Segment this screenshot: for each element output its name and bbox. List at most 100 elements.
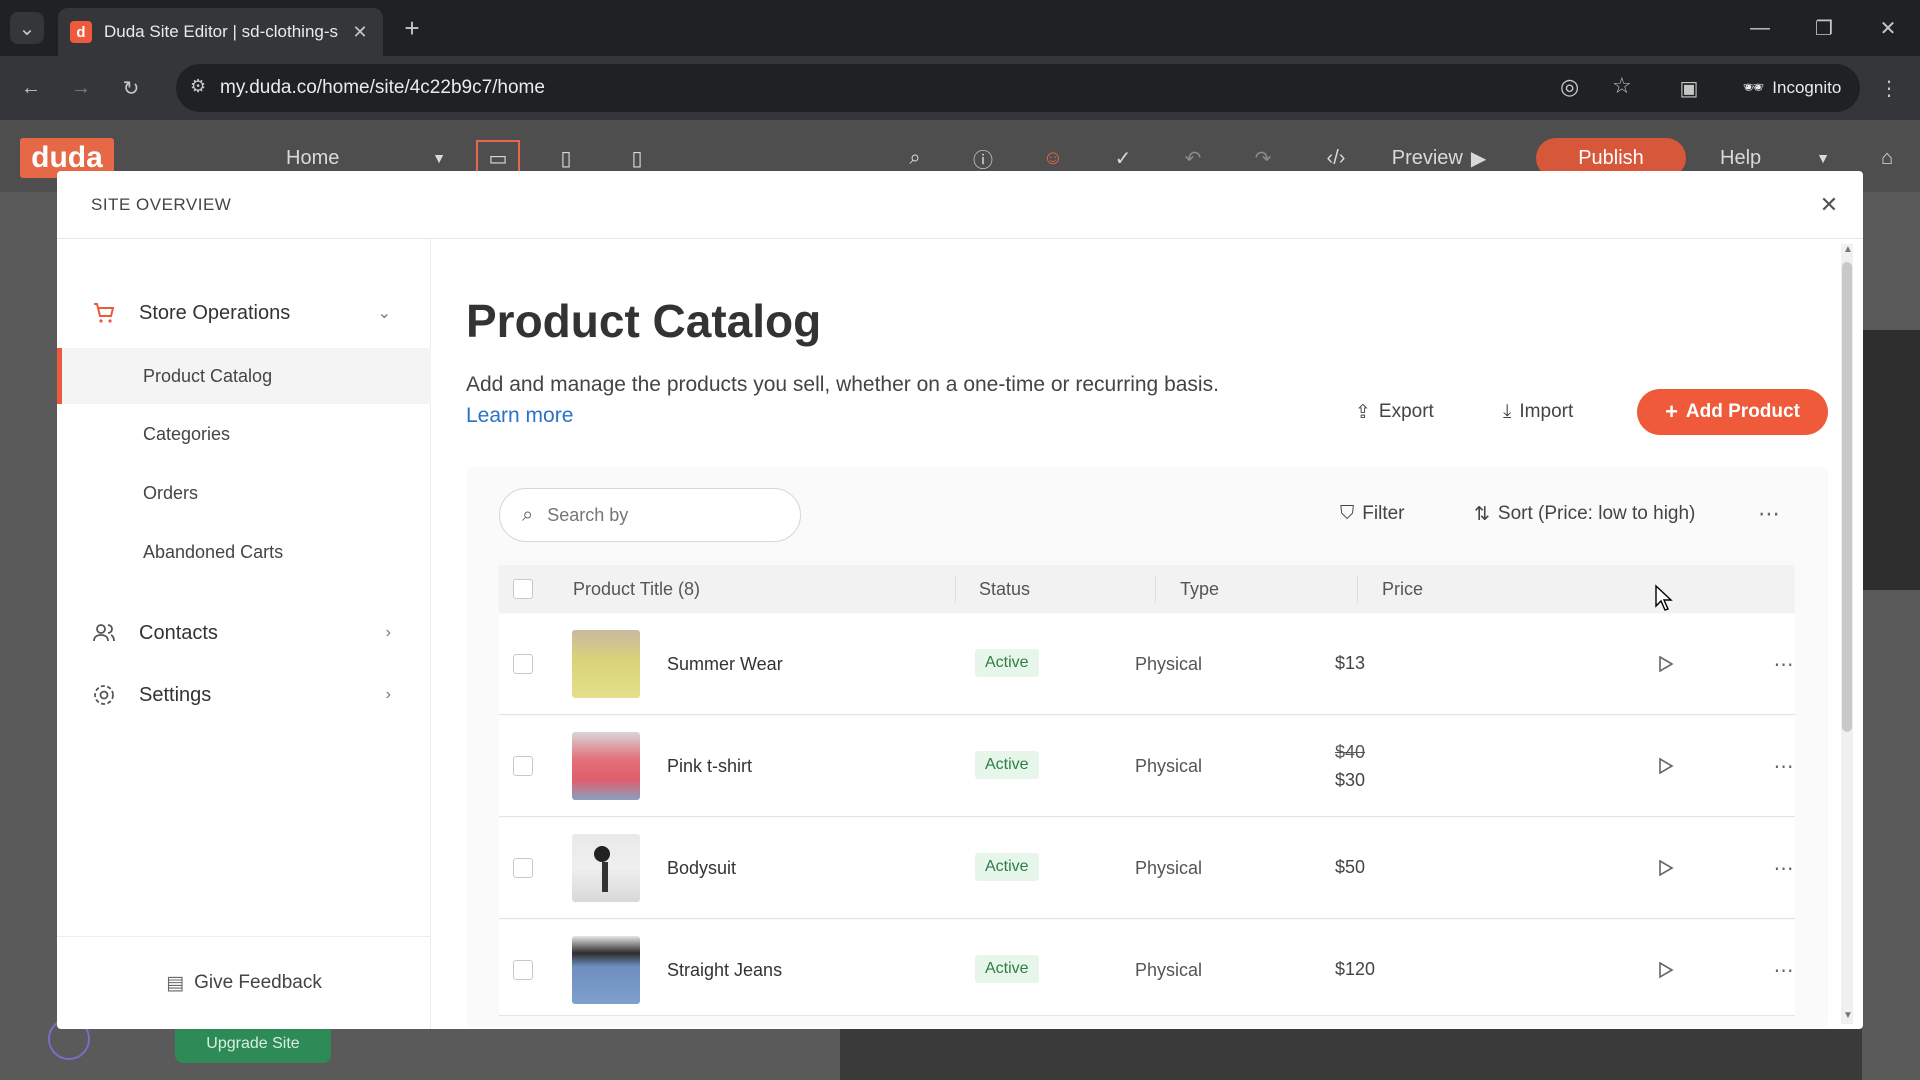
incognito-indicator[interactable]: 🕶 Incognito xyxy=(1724,64,1860,112)
give-feedback-button[interactable]: ▤ Give Feedback xyxy=(57,936,431,1029)
eye-off-icon[interactable]: ◎ xyxy=(1560,74,1579,100)
upload-icon: ⇪ xyxy=(1355,401,1371,423)
row-more-icon[interactable]: ⋯ xyxy=(1767,955,1801,985)
row-checkbox[interactable] xyxy=(513,858,533,878)
row-more-icon[interactable]: ⋯ xyxy=(1767,751,1801,781)
product-type: Physical xyxy=(1135,960,1203,980)
close-window-button[interactable]: ✕ xyxy=(1868,12,1908,44)
bookmark-star-icon[interactable]: ☆ xyxy=(1612,73,1632,99)
play-icon[interactable] xyxy=(1651,853,1681,883)
nav-item-abandoned-carts[interactable]: Abandoned Carts xyxy=(57,524,431,580)
scroll-down-icon[interactable]: ▼ xyxy=(1843,1010,1853,1021)
page-select-label: Home xyxy=(286,146,340,169)
product-price: $120 xyxy=(1335,955,1375,983)
side-panel-icon[interactable]: ▣ xyxy=(1672,72,1706,104)
product-type: Physical xyxy=(1135,756,1203,776)
preview-label: Preview xyxy=(1391,146,1463,169)
play-icon[interactable] xyxy=(1651,751,1681,781)
export-button[interactable]: ⇪ Export xyxy=(1355,397,1434,427)
chevron-down-icon: ▼ xyxy=(1816,150,1830,166)
minimize-button[interactable]: — xyxy=(1740,12,1780,44)
sort-button[interactable]: ⇅ Sort (Price: low to high) xyxy=(1474,499,1695,529)
table-row[interactable]: Summer Wear Active Physical $13 ⋯ xyxy=(499,614,1795,715)
product-thumbnail xyxy=(572,834,640,902)
description-text: Add and manage the products you sell, wh… xyxy=(466,373,1219,396)
row-more-icon[interactable]: ⋯ xyxy=(1767,649,1801,679)
nav-contacts[interactable]: Contacts › xyxy=(57,603,431,663)
product-thumbnail xyxy=(572,936,640,1004)
nav-group-label: Contacts xyxy=(139,621,218,644)
column-divider xyxy=(1357,575,1358,603)
import-button[interactable]: ⤓ Import xyxy=(1503,397,1573,427)
row-checkbox[interactable] xyxy=(513,756,533,776)
row-checkbox[interactable] xyxy=(513,654,533,674)
feedback-label: Give Feedback xyxy=(194,972,322,993)
product-thumbnail xyxy=(572,630,640,698)
column-header-title[interactable]: Product Title (8) xyxy=(573,565,700,613)
sort-label: Sort (Price: low to high) xyxy=(1497,503,1696,524)
upgrade-site-button[interactable]: Upgrade Site xyxy=(175,1025,331,1063)
table-header: Product Title (8) Status Type Price xyxy=(499,565,1795,613)
row-checkbox[interactable] xyxy=(513,960,533,980)
column-divider xyxy=(955,575,956,603)
nav-item-categories[interactable]: Categories xyxy=(57,406,431,462)
current-price: $50 xyxy=(1335,857,1366,877)
product-title[interactable]: Straight Jeans xyxy=(667,960,782,981)
product-title[interactable]: Pink t-shirt xyxy=(667,756,752,777)
table-row[interactable]: Pink t-shirt Active Physical $40 $30 ⋯ xyxy=(499,716,1795,817)
current-price: $13 xyxy=(1335,653,1366,673)
play-icon[interactable] xyxy=(1651,955,1681,985)
learn-more-link[interactable]: Learn more xyxy=(466,404,573,427)
scroll-up-icon[interactable]: ▲ xyxy=(1843,244,1853,255)
product-title[interactable]: Bodysuit xyxy=(667,858,736,879)
contacts-icon xyxy=(91,620,117,646)
chevron-right-icon: › xyxy=(385,686,391,703)
new-tab-button[interactable]: + xyxy=(396,12,428,44)
product-title[interactable]: Summer Wear xyxy=(667,654,783,675)
column-header-status[interactable]: Status xyxy=(979,565,1030,613)
table-row[interactable]: Bodysuit Active Physical $50 ⋯ xyxy=(499,818,1795,919)
modal-header: SITE OVERVIEW xyxy=(57,171,1863,239)
browser-menu-icon[interactable]: ⋮ xyxy=(1874,72,1904,104)
chevron-down-icon: ⌄ xyxy=(377,305,391,322)
home-icon[interactable]: ⌂ xyxy=(1870,140,1904,176)
select-all-checkbox[interactable] xyxy=(513,579,533,599)
nav-item-label: Orders xyxy=(143,482,199,503)
nav-store-operations[interactable]: Store Operations ⌄ xyxy=(57,283,431,343)
product-type: Physical xyxy=(1135,858,1203,878)
more-options-icon[interactable]: ⋯ xyxy=(1758,499,1780,529)
restore-button[interactable]: ❐ xyxy=(1804,12,1844,44)
column-header-price[interactable]: Price xyxy=(1382,565,1423,613)
add-product-label: Add Product xyxy=(1685,401,1800,422)
nav-item-orders[interactable]: Orders xyxy=(57,465,431,521)
plus-icon: + xyxy=(1665,399,1678,424)
site-info-icon[interactable]: ⚙ xyxy=(190,76,206,97)
add-product-button[interactable]: + Add Product xyxy=(1637,389,1828,435)
play-icon[interactable] xyxy=(1651,649,1681,679)
url-text: my.duda.co/home/site/4c22b9c7/home xyxy=(220,77,545,98)
browser-tab[interactable]: d Duda Site Editor | sd-clothing-s ✕ xyxy=(58,8,383,56)
page-description: Add and manage the products you sell, wh… xyxy=(466,369,1266,431)
sort-icon: ⇅ xyxy=(1474,503,1490,525)
forward-icon[interactable]: → xyxy=(64,72,98,104)
reload-icon[interactable]: ↻ xyxy=(114,72,148,104)
search-input[interactable]: ⌕ xyxy=(499,488,801,542)
back-icon[interactable]: ← xyxy=(14,72,48,104)
table-row[interactable]: Straight Jeans Active Physical $120 ⋯ xyxy=(499,920,1795,1016)
editor-right-toolbar xyxy=(1862,330,1920,590)
duda-favicon-icon: d xyxy=(70,21,92,43)
column-header-type[interactable]: Type xyxy=(1180,565,1219,613)
column-divider xyxy=(1155,575,1156,603)
filter-button[interactable]: ⛉ Filter xyxy=(1340,499,1405,529)
search-field[interactable] xyxy=(545,503,746,527)
modal-scrollbar-thumb[interactable] xyxy=(1842,262,1852,732)
nav-item-product-catalog[interactable]: Product Catalog xyxy=(57,348,431,404)
nav-settings[interactable]: Settings › xyxy=(57,665,431,725)
close-tab-icon[interactable]: ✕ xyxy=(349,22,371,43)
status-badge: Active xyxy=(975,751,1039,779)
close-modal-icon[interactable]: ✕ xyxy=(1813,189,1845,221)
address-bar[interactable]: ⚙ my.duda.co/home/site/4c22b9c7/home ◎ ☆ xyxy=(176,64,1774,112)
row-more-icon[interactable]: ⋯ xyxy=(1767,853,1801,883)
status-badge: Active xyxy=(975,649,1039,677)
tab-search-button[interactable]: ⌄ xyxy=(10,12,44,44)
